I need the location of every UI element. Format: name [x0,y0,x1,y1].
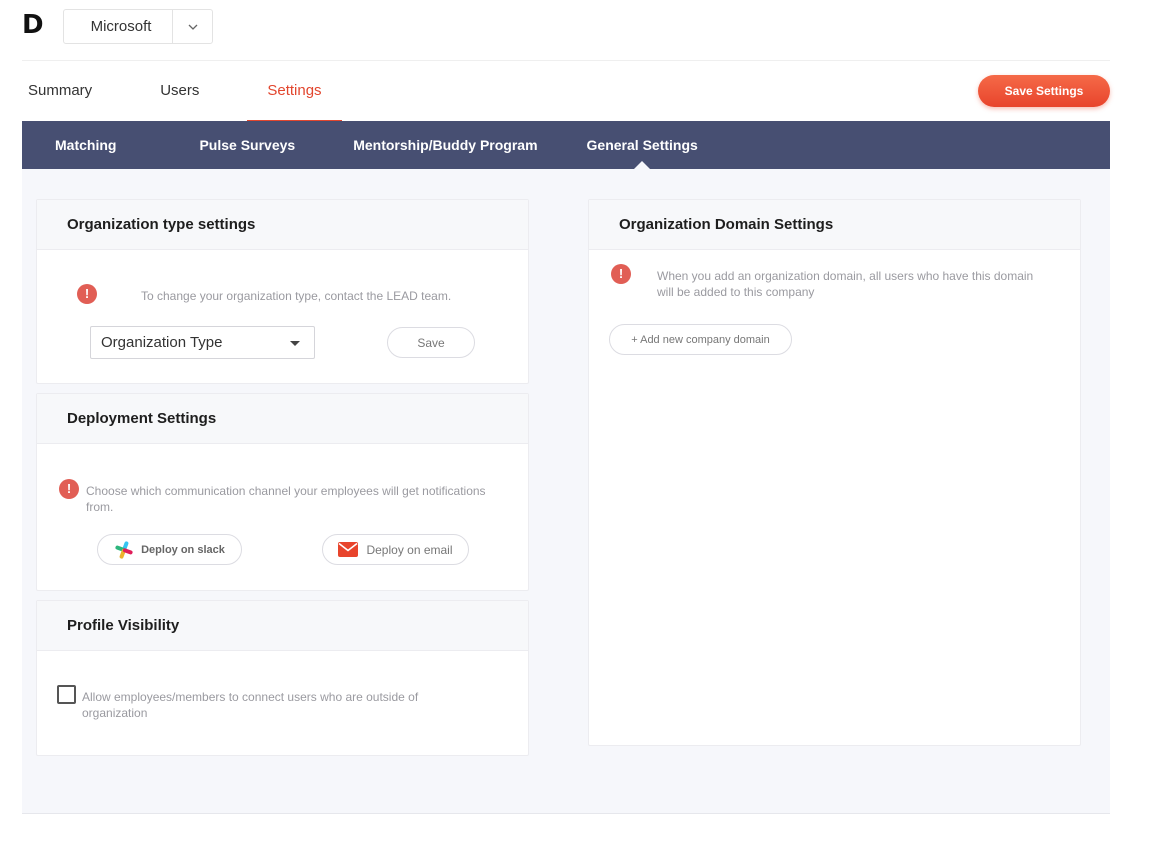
organization-type-value: Organization Type [101,334,223,351]
header-divider [22,60,1110,61]
org-type-title: Organization type settings [37,200,528,250]
domain-note: When you add an organization domain, all… [657,269,1034,299]
mail-icon [338,542,359,557]
alert-icon: ! [59,479,79,499]
profile-visibility-title: Profile Visibility [37,601,528,651]
subnav-matching[interactable]: Matching [55,121,116,169]
profile-visibility-card: Profile Visibility Allow employees/membe… [36,600,529,756]
deployment-card: Deployment Settings ! Choose which commu… [36,393,529,591]
org-type-save-button[interactable]: Save [387,327,475,358]
deployment-title: Deployment Settings [37,394,528,444]
subnav-mentorship[interactable]: Mentorship/Buddy Program [353,121,537,169]
connect-outside-label: Allow employees/members to connect users… [82,690,419,720]
add-company-domain-button[interactable]: + Add new company domain [609,324,792,355]
org-type-note: To change your organization type, contac… [141,289,452,303]
org-type-card: Organization type settings ! To change y… [36,199,529,384]
alert-icon: ! [77,284,97,304]
company-selector-value: Microsoft [90,18,152,35]
tab-settings[interactable]: Settings [247,70,342,122]
domain-settings-card: Organization Domain Settings ! When you … [588,199,1081,746]
tab-users[interactable]: Users [154,70,205,112]
deploy-slack-label: Deploy on slack [141,543,225,556]
connect-outside-checkbox[interactable] [57,685,76,704]
main-tabs: Summary Users Settings [22,70,384,122]
subnav-general-settings[interactable]: General Settings [587,121,698,169]
app-logo: D [22,10,44,40]
settings-subnav: Matching Pulse Surveys Mentorship/Buddy … [22,121,1110,169]
company-selector[interactable]: Microsoft [63,9,213,44]
deploy-email-button[interactable]: Deploy on email [322,534,469,565]
domain-settings-title: Organization Domain Settings [589,200,1080,250]
alert-icon: ! [611,264,631,284]
deploy-slack-button[interactable]: Deploy on slack [97,534,242,565]
chevron-down-icon [172,10,212,43]
save-settings-button[interactable]: Save Settings [978,75,1110,107]
caret-down-icon [290,341,300,346]
subnav-pulse-surveys[interactable]: Pulse Surveys [199,121,295,169]
deployment-note: Choose which communication channel your … [86,484,486,514]
slack-icon [115,540,133,559]
tab-summary[interactable]: Summary [22,70,98,112]
deploy-email-label: Deploy on email [366,542,453,557]
organization-type-select[interactable]: Organization Type [90,326,315,359]
